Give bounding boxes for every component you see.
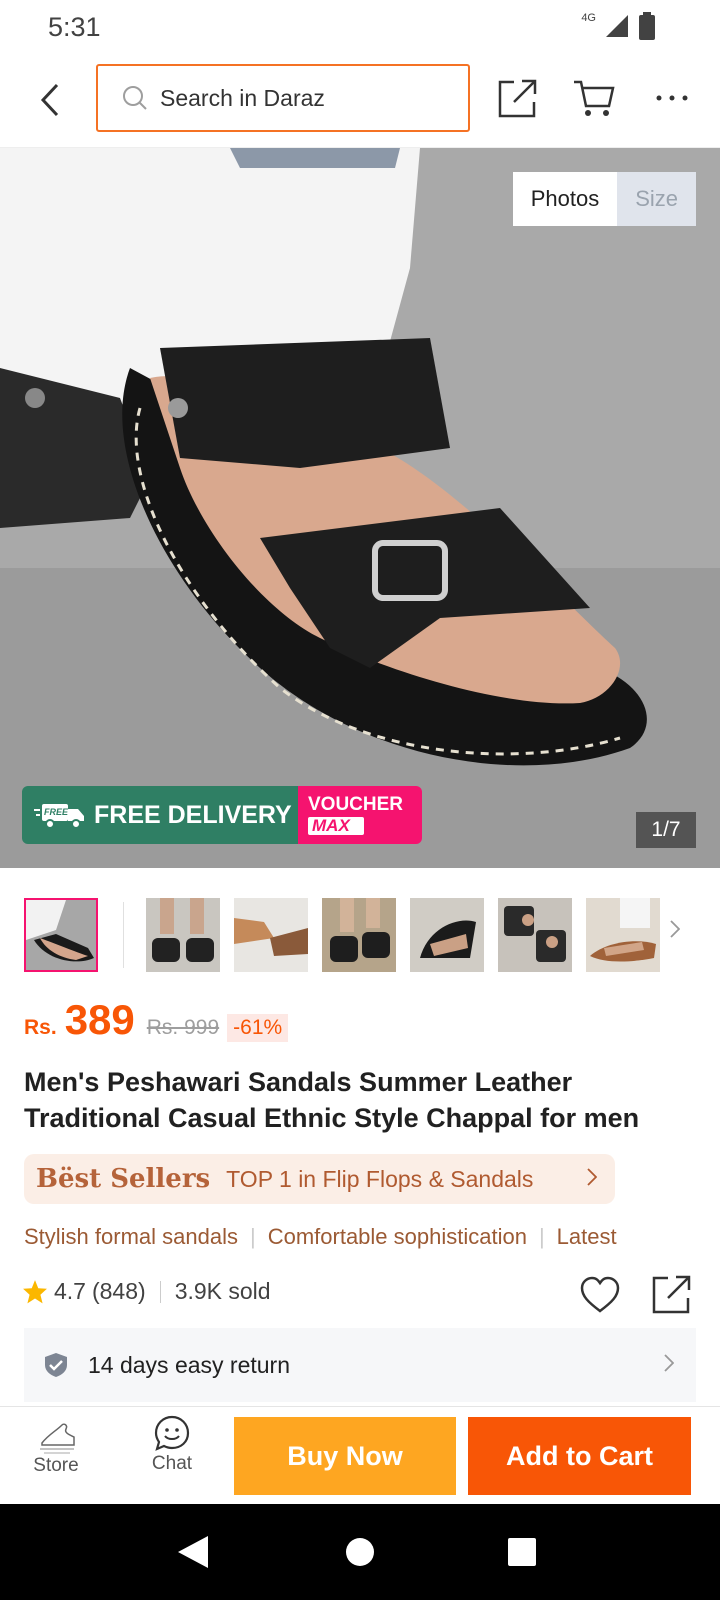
home-circle-icon <box>346 1538 374 1566</box>
price-row: Rs. 389 Rs. 999 -61% <box>24 996 289 1044</box>
battery-icon <box>639 12 655 40</box>
promo-banner: FREE FREE DELIVERY VOUCHER MAX <box>22 786 422 844</box>
thumbnail[interactable] <box>410 898 484 972</box>
tag-separator: | <box>538 1224 545 1249</box>
thumbnail[interactable] <box>498 898 572 972</box>
cart-icon <box>574 80 615 116</box>
thumbnail[interactable] <box>234 898 308 972</box>
thumbnail-next-button[interactable] <box>670 920 681 943</box>
max-label: MAX <box>308 817 364 835</box>
free-delivery-badge: FREE FREE DELIVERY <box>22 786 298 844</box>
thumbnail[interactable] <box>146 898 220 972</box>
media-toggle: Photos Size <box>512 172 696 226</box>
chevron-right-icon <box>664 1354 675 1377</box>
rating-row[interactable]: 4.7 (848) 3.9K sold <box>22 1278 271 1305</box>
rating-value: 4.7 <box>54 1278 86 1304</box>
chat-label: Chat <box>151 1453 193 1474</box>
search-placeholder: Search in Daraz <box>160 84 325 111</box>
more-options-button[interactable] <box>650 76 694 120</box>
product-photo <box>0 148 720 868</box>
top-navigation: Search in Daraz <box>0 54 720 148</box>
shield-check-icon <box>45 1353 67 1377</box>
share-icon <box>498 79 537 118</box>
free-delivery-label: FREE DELIVERY <box>94 800 292 829</box>
review-count: (848) <box>91 1278 146 1304</box>
back-button[interactable] <box>30 78 70 122</box>
discount-badge: -61% <box>227 1014 289 1042</box>
search-input[interactable]: Search in Daraz <box>96 64 470 132</box>
feature-tag[interactable]: Comfortable sophistication <box>268 1224 527 1249</box>
best-sellers-rank: TOP 1 in Flip Flops & Sandals <box>226 1165 534 1192</box>
wishlist-button[interactable] <box>580 1276 620 1319</box>
tab-size[interactable]: Size <box>617 172 696 226</box>
feature-tag[interactable]: Latest <box>557 1224 617 1249</box>
tag-separator: | <box>249 1224 256 1249</box>
network-label: 4G <box>581 12 596 24</box>
signal-icon <box>606 15 628 37</box>
store-button[interactable]: Store <box>6 1415 106 1477</box>
sold-count: 3.9K sold <box>174 1278 271 1304</box>
chat-icon <box>154 1415 190 1451</box>
currency: Rs. <box>24 1016 57 1039</box>
system-recents-button[interactable] <box>506 1534 538 1575</box>
delivery-truck-icon: FREE <box>34 804 84 829</box>
status-icons: 4G <box>581 12 656 40</box>
product-title: Men's Peshawari Sandals Summer Leather T… <box>24 1067 640 1133</box>
share-button[interactable] <box>496 76 540 120</box>
status-time: 5:31 <box>48 12 101 42</box>
recents-square-icon <box>508 1538 536 1566</box>
store-logo-icon <box>40 1423 75 1454</box>
voucher-max-badge: VOUCHER MAX <box>298 786 422 844</box>
system-navigation-bar <box>0 1504 720 1600</box>
cart-button[interactable] <box>572 76 616 120</box>
heart-icon <box>580 1276 620 1313</box>
product-image-gallery[interactable]: Photos Size FREE FREE DELIVERY VOUCHER M… <box>0 148 720 868</box>
store-label: Store <box>33 1455 79 1476</box>
system-home-button[interactable] <box>344 1534 376 1575</box>
best-sellers-banner[interactable]: Bëst Sellers TOP 1 in Flip Flops & Sanda… <box>24 1154 615 1204</box>
image-counter: 1/7 <box>636 812 696 848</box>
back-triangle-icon <box>178 1536 208 1568</box>
chevron-right-icon <box>587 1168 598 1191</box>
thumbnail[interactable] <box>322 898 396 972</box>
share-product-button[interactable] <box>652 1274 692 1319</box>
thumbnail-divider <box>123 902 124 968</box>
search-icon <box>123 86 147 110</box>
star-icon <box>23 1279 47 1303</box>
best-sellers-label: Bëst Sellers <box>36 1164 211 1194</box>
return-policy-label: 14 days easy return <box>88 1351 291 1378</box>
chevron-right-icon <box>670 920 681 938</box>
thumbnail[interactable] <box>586 898 660 972</box>
thumbnail-strip <box>0 868 720 986</box>
share-icon <box>652 1275 691 1314</box>
return-policy-row[interactable]: 14 days easy return <box>24 1328 696 1402</box>
chevron-left-icon <box>40 83 59 117</box>
original-price: Rs. 999 <box>146 1016 220 1039</box>
tab-photos[interactable]: Photos <box>512 172 618 226</box>
divider <box>159 1280 161 1303</box>
more-icon <box>656 95 688 101</box>
feature-tags: Stylish formal sandals | Comfortable sophi… <box>24 1224 720 1258</box>
feature-tag[interactable]: Stylish formal sandals <box>24 1224 238 1249</box>
system-back-button[interactable] <box>176 1534 210 1575</box>
thumbnail[interactable] <box>24 898 98 972</box>
buy-now-button[interactable]: Buy Now <box>234 1417 456 1495</box>
current-price: 389 <box>64 996 135 1043</box>
free-tag: FREE <box>44 807 69 817</box>
status-bar: 5:31 4G <box>0 0 720 54</box>
voucher-label: VOUCHER <box>308 794 404 815</box>
bottom-action-bar: Store Chat Buy Now Add to Cart <box>0 1406 720 1504</box>
chat-button[interactable]: Chat <box>122 1415 222 1475</box>
add-to-cart-button[interactable]: Add to Cart <box>468 1417 691 1495</box>
